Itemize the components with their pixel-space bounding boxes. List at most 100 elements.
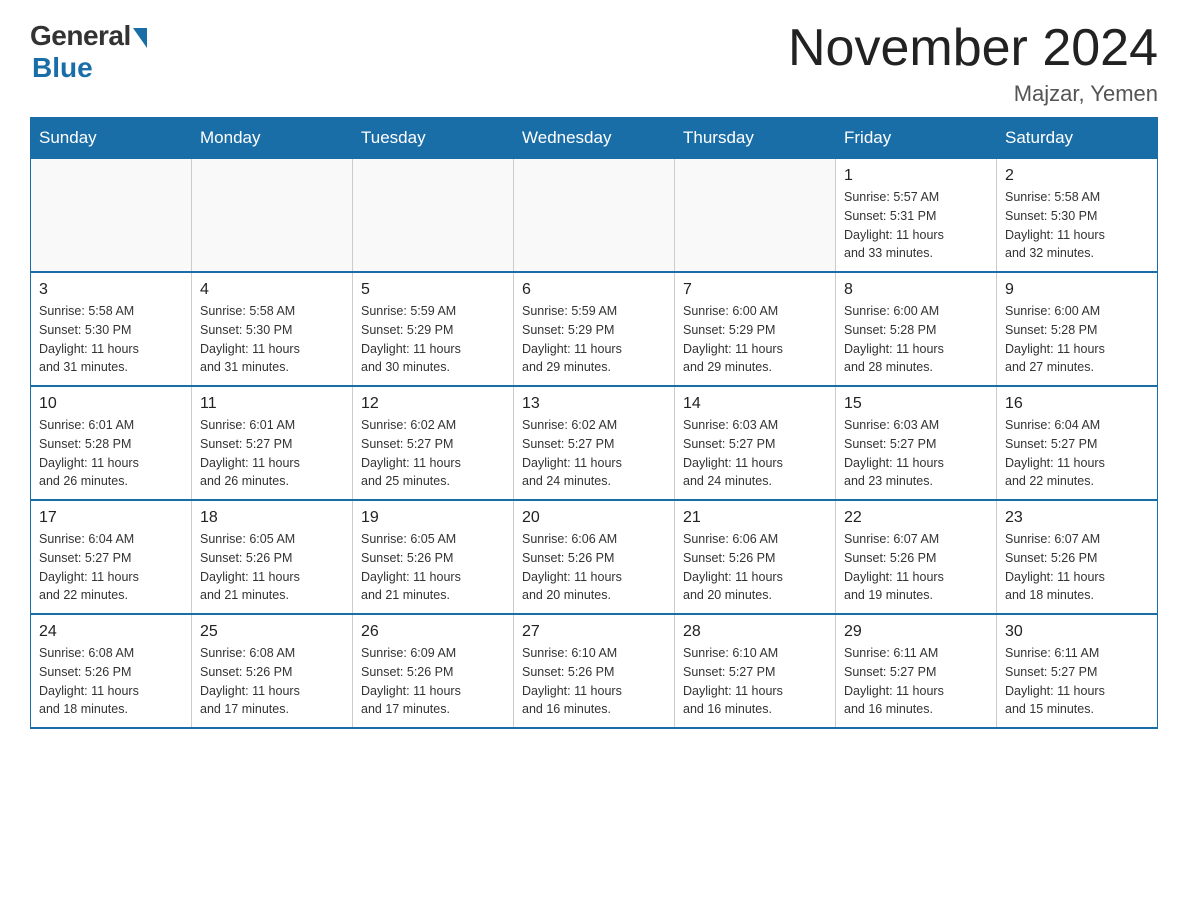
day-info: Sunrise: 6:04 AM Sunset: 5:27 PM Dayligh… <box>39 530 183 605</box>
logo: General Blue <box>30 20 147 84</box>
day-number: 2 <box>1005 167 1149 185</box>
page-header: General Blue November 2024 Majzar, Yemen <box>30 20 1158 107</box>
day-number: 15 <box>844 395 988 413</box>
day-number: 6 <box>522 281 666 299</box>
day-number: 7 <box>683 281 827 299</box>
calendar-week-row: 1Sunrise: 5:57 AM Sunset: 5:31 PM Daylig… <box>31 159 1158 273</box>
calendar-day-cell: 25 Sunrise: 6:08 AM Sunset: 5:26 PM Dayli… <box>192 614 353 728</box>
day-info: Sunrise: 6:08 AM Sunset: 5:26 PM Dayligh… <box>200 644 344 719</box>
calendar-day-cell: 18 Sunrise: 6:05 AM Sunset: 5:26 PM Dayli… <box>192 500 353 614</box>
day-number: 17 <box>39 509 183 527</box>
calendar-day-cell <box>353 159 514 273</box>
calendar-day-cell: 15 Sunrise: 6:03 AM Sunset: 5:27 PM Dayli… <box>836 386 997 500</box>
calendar-day-cell: 10Sunrise: 6:01 AM Sunset: 5:28 PM Dayli… <box>31 386 192 500</box>
day-number: 24 <box>39 623 183 641</box>
title-section: November 2024 Majzar, Yemen <box>788 20 1158 107</box>
location-text: Majzar, Yemen <box>788 81 1158 107</box>
calendar-day-cell: 28 Sunrise: 6:10 AM Sunset: 5:27 PM Dayli… <box>675 614 836 728</box>
day-info: Sunrise: 6:05 AM Sunset: 5:26 PM Dayligh… <box>200 530 344 605</box>
day-number: 11 <box>200 395 344 413</box>
day-number: 23 <box>1005 509 1149 527</box>
day-number: 20 <box>522 509 666 527</box>
calendar-day-cell: 19 Sunrise: 6:05 AM Sunset: 5:26 PM Dayli… <box>353 500 514 614</box>
calendar-day-cell: 7 Sunrise: 6:00 AM Sunset: 5:29 PM Daylig… <box>675 272 836 386</box>
day-info: Sunrise: 6:08 AM Sunset: 5:26 PM Dayligh… <box>39 644 183 719</box>
calendar-header-row: SundayMondayTuesdayWednesdayThursdayFrid… <box>31 118 1158 159</box>
day-info: Sunrise: 6:07 AM Sunset: 5:26 PM Dayligh… <box>844 530 988 605</box>
day-number: 18 <box>200 509 344 527</box>
day-info: Sunrise: 5:58 AM Sunset: 5:30 PM Dayligh… <box>1005 188 1149 263</box>
calendar-day-cell: 9Sunrise: 6:00 AM Sunset: 5:28 PM Daylig… <box>997 272 1158 386</box>
day-info: Sunrise: 6:00 AM Sunset: 5:28 PM Dayligh… <box>1005 302 1149 377</box>
day-number: 30 <box>1005 623 1149 641</box>
calendar-day-header: Friday <box>836 118 997 159</box>
calendar-table: SundayMondayTuesdayWednesdayThursdayFrid… <box>30 117 1158 729</box>
calendar-day-cell: 8Sunrise: 6:00 AM Sunset: 5:28 PM Daylig… <box>836 272 997 386</box>
calendar-day-cell: 2 Sunrise: 5:58 AM Sunset: 5:30 PM Daylig… <box>997 159 1158 273</box>
day-info: Sunrise: 6:10 AM Sunset: 5:27 PM Dayligh… <box>683 644 827 719</box>
day-info: Sunrise: 6:04 AM Sunset: 5:27 PM Dayligh… <box>1005 416 1149 491</box>
calendar-day-cell <box>675 159 836 273</box>
day-number: 19 <box>361 509 505 527</box>
day-number: 14 <box>683 395 827 413</box>
calendar-day-cell: 11 Sunrise: 6:01 AM Sunset: 5:27 PM Dayli… <box>192 386 353 500</box>
day-info: Sunrise: 6:03 AM Sunset: 5:27 PM Dayligh… <box>844 416 988 491</box>
logo-blue-text: Blue <box>32 52 93 84</box>
logo-triangle-icon <box>133 28 147 48</box>
day-info: Sunrise: 5:57 AM Sunset: 5:31 PM Dayligh… <box>844 188 988 263</box>
day-number: 4 <box>200 281 344 299</box>
day-number: 12 <box>361 395 505 413</box>
day-info: Sunrise: 6:07 AM Sunset: 5:26 PM Dayligh… <box>1005 530 1149 605</box>
calendar-day-cell: 26 Sunrise: 6:09 AM Sunset: 5:26 PM Dayli… <box>353 614 514 728</box>
calendar-day-cell: 12Sunrise: 6:02 AM Sunset: 5:27 PM Dayli… <box>353 386 514 500</box>
calendar-day-cell: 30 Sunrise: 6:11 AM Sunset: 5:27 PM Dayli… <box>997 614 1158 728</box>
day-info: Sunrise: 6:02 AM Sunset: 5:27 PM Dayligh… <box>522 416 666 491</box>
calendar-day-cell: 16 Sunrise: 6:04 AM Sunset: 5:27 PM Dayli… <box>997 386 1158 500</box>
calendar-day-cell: 22 Sunrise: 6:07 AM Sunset: 5:26 PM Dayli… <box>836 500 997 614</box>
day-number: 27 <box>522 623 666 641</box>
day-info: Sunrise: 6:11 AM Sunset: 5:27 PM Dayligh… <box>1005 644 1149 719</box>
calendar-day-cell <box>192 159 353 273</box>
calendar-day-cell: 20 Sunrise: 6:06 AM Sunset: 5:26 PM Dayli… <box>514 500 675 614</box>
calendar-day-cell: 27 Sunrise: 6:10 AM Sunset: 5:26 PM Dayli… <box>514 614 675 728</box>
day-number: 13 <box>522 395 666 413</box>
day-info: Sunrise: 5:59 AM Sunset: 5:29 PM Dayligh… <box>522 302 666 377</box>
day-number: 26 <box>361 623 505 641</box>
calendar-day-cell: 13 Sunrise: 6:02 AM Sunset: 5:27 PM Dayli… <box>514 386 675 500</box>
day-number: 22 <box>844 509 988 527</box>
day-number: 3 <box>39 281 183 299</box>
calendar-day-cell: 24 Sunrise: 6:08 AM Sunset: 5:26 PM Dayli… <box>31 614 192 728</box>
calendar-day-cell: 14 Sunrise: 6:03 AM Sunset: 5:27 PM Dayli… <box>675 386 836 500</box>
calendar-day-cell: 17 Sunrise: 6:04 AM Sunset: 5:27 PM Dayli… <box>31 500 192 614</box>
day-info: Sunrise: 6:00 AM Sunset: 5:29 PM Dayligh… <box>683 302 827 377</box>
day-number: 28 <box>683 623 827 641</box>
day-info: Sunrise: 6:05 AM Sunset: 5:26 PM Dayligh… <box>361 530 505 605</box>
day-info: Sunrise: 6:11 AM Sunset: 5:27 PM Dayligh… <box>844 644 988 719</box>
calendar-week-row: 17 Sunrise: 6:04 AM Sunset: 5:27 PM Dayli… <box>31 500 1158 614</box>
day-number: 25 <box>200 623 344 641</box>
calendar-day-cell: 5Sunrise: 5:59 AM Sunset: 5:29 PM Daylig… <box>353 272 514 386</box>
calendar-day-cell: 1Sunrise: 5:57 AM Sunset: 5:31 PM Daylig… <box>836 159 997 273</box>
day-info: Sunrise: 5:58 AM Sunset: 5:30 PM Dayligh… <box>39 302 183 377</box>
day-number: 10 <box>39 395 183 413</box>
calendar-day-cell: 23 Sunrise: 6:07 AM Sunset: 5:26 PM Dayli… <box>997 500 1158 614</box>
calendar-day-cell <box>514 159 675 273</box>
calendar-day-header: Wednesday <box>514 118 675 159</box>
day-number: 16 <box>1005 395 1149 413</box>
calendar-day-header: Monday <box>192 118 353 159</box>
day-number: 29 <box>844 623 988 641</box>
calendar-day-cell: 4 Sunrise: 5:58 AM Sunset: 5:30 PM Daylig… <box>192 272 353 386</box>
calendar-day-header: Saturday <box>997 118 1158 159</box>
day-number: 21 <box>683 509 827 527</box>
calendar-day-header: Thursday <box>675 118 836 159</box>
calendar-day-cell: 6 Sunrise: 5:59 AM Sunset: 5:29 PM Daylig… <box>514 272 675 386</box>
day-info: Sunrise: 5:58 AM Sunset: 5:30 PM Dayligh… <box>200 302 344 377</box>
calendar-day-header: Sunday <box>31 118 192 159</box>
day-info: Sunrise: 6:10 AM Sunset: 5:26 PM Dayligh… <box>522 644 666 719</box>
day-info: Sunrise: 6:06 AM Sunset: 5:26 PM Dayligh… <box>522 530 666 605</box>
day-info: Sunrise: 6:03 AM Sunset: 5:27 PM Dayligh… <box>683 416 827 491</box>
calendar-week-row: 3 Sunrise: 5:58 AM Sunset: 5:30 PM Daylig… <box>31 272 1158 386</box>
day-info: Sunrise: 6:01 AM Sunset: 5:27 PM Dayligh… <box>200 416 344 491</box>
day-info: Sunrise: 6:09 AM Sunset: 5:26 PM Dayligh… <box>361 644 505 719</box>
month-title: November 2024 <box>788 20 1158 77</box>
